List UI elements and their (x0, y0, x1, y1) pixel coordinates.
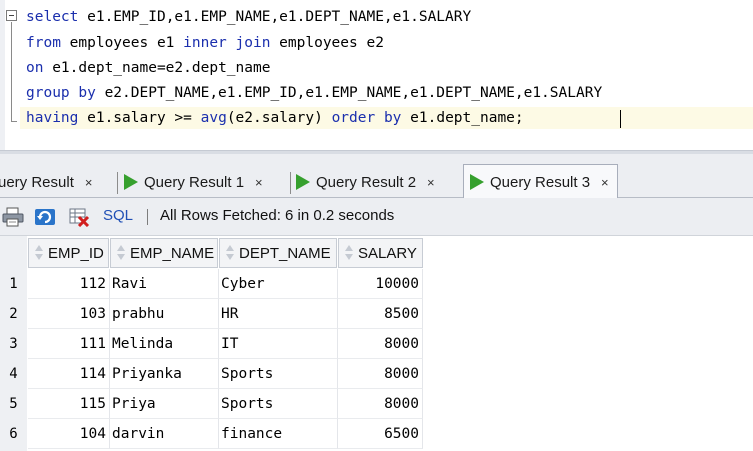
play-icon (296, 174, 310, 190)
sort-icon (224, 244, 236, 262)
sql-keyword: select (26, 9, 79, 25)
code-line[interactable]: having e1.salary >= avg(e2.salary) order… (20, 107, 753, 129)
dept-name-cell[interactable]: Cyber (219, 269, 338, 299)
dept-name-cell[interactable]: Sports (219, 359, 338, 389)
close-icon[interactable]: × (85, 175, 93, 190)
emp-name-cell[interactable]: Priya (110, 389, 219, 419)
sql-text: employees e2 (270, 35, 384, 51)
tab-query-result-2[interactable]: Query Result 2 × (290, 166, 435, 198)
salary-cell[interactable]: 8000 (338, 329, 423, 359)
dept-name-cell[interactable]: HR (219, 299, 338, 329)
delete-icon[interactable] (68, 207, 90, 227)
tab-query-result-1[interactable]: Query Result 1 × (118, 166, 263, 198)
salary-cell[interactable]: 8000 (338, 359, 423, 389)
row-number[interactable]: 6 (0, 419, 27, 449)
result-toolbar: SQL All Rows Fetched: 6 in 0.2 seconds (0, 198, 753, 236)
emp-name-cell[interactable]: Priyanka (110, 359, 219, 389)
column-label: DEPT_NAME (239, 244, 331, 262)
column-header-emp-name[interactable]: EMP_NAME (110, 238, 218, 268)
code-line[interactable]: on e1.dept_name=e2.dept_name (20, 57, 753, 79)
sql-keyword: on (26, 60, 44, 76)
fold-line (11, 22, 12, 122)
sql-text: e1.dept_name; (401, 110, 524, 126)
dept-name-cell[interactable]: finance (219, 419, 338, 449)
sql-text: employees e1 (60, 35, 184, 51)
refresh-icon[interactable] (34, 207, 56, 227)
column-header-dept-name[interactable]: DEPT_NAME (219, 238, 337, 268)
sql-text: e2.DEPT_NAME,e1.EMP_ID,e1.EMP_NAME,e1.DE… (95, 85, 603, 101)
result-tabbar: uery Result × Query Result 1 × Query Res… (0, 154, 753, 199)
sort-icon (33, 244, 45, 262)
code-line[interactable]: select e1.EMP_ID,e1.EMP_NAME,e1.DEPT_NAM… (20, 6, 753, 28)
salary-cell[interactable]: 10000 (338, 269, 423, 299)
salary-cell[interactable]: 8000 (338, 389, 423, 419)
column-header-emp-id[interactable]: EMP_ID (28, 238, 109, 268)
sql-keyword: order by (331, 110, 402, 126)
play-icon (124, 174, 138, 190)
row-number[interactable]: 2 (0, 299, 27, 329)
column-header-salary[interactable]: SALARY (338, 238, 423, 268)
text-cursor (620, 110, 621, 128)
emp-name-cell[interactable]: darvin (110, 419, 219, 449)
emp-name-cell[interactable]: Ravi (110, 269, 219, 299)
editor-gutter (0, 0, 5, 152)
emp-id-cell[interactable]: 111 (28, 329, 110, 359)
fetch-status: All Rows Fetched: 6 in 0.2 seconds (160, 207, 395, 224)
column-label: SALARY (358, 244, 417, 262)
fold-end (11, 121, 17, 122)
sql-text: e1.EMP_ID,e1.EMP_NAME,e1.DEPT_NAME,e1.SA… (78, 9, 472, 25)
emp-name-cell[interactable]: prabhu (110, 299, 219, 329)
sql-keyword: having (26, 110, 79, 126)
result-grid: EMP_ID EMP_NAME DEPT_NAME SALARY 1 112 Rav… (0, 236, 753, 451)
toolbar-divider (147, 209, 148, 225)
tab-label: Query Result 3 (490, 173, 591, 191)
sql-keyword: group by (26, 85, 96, 101)
sql-button[interactable]: SQL (103, 207, 133, 224)
salary-cell[interactable]: 8500 (338, 299, 423, 329)
emp-id-cell[interactable]: 114 (28, 359, 110, 389)
close-icon[interactable]: × (601, 175, 609, 190)
row-number[interactable]: 5 (0, 389, 27, 419)
row-number[interactable]: 4 (0, 359, 27, 389)
sql-text: e1.dept_name=e2.dept_name (43, 60, 271, 76)
tab-label: uery Result (0, 173, 74, 191)
sql-text: e1.salary >= (78, 110, 201, 126)
sql-editor[interactable]: select e1.EMP_ID,e1.EMP_NAME,e1.DEPT_NAM… (0, 0, 753, 154)
tab-label: Query Result 1 (144, 173, 245, 191)
tab-label: Query Result 2 (316, 173, 417, 191)
close-icon[interactable]: × (427, 175, 435, 190)
tab-query-result[interactable]: uery Result × (0, 166, 92, 198)
row-number[interactable]: 1 (0, 269, 27, 299)
emp-id-cell[interactable]: 115 (28, 389, 110, 419)
sort-icon (343, 244, 355, 262)
column-label: EMP_NAME (130, 244, 215, 262)
salary-cell[interactable]: 6500 (338, 419, 423, 449)
minus-box-icon[interactable] (6, 10, 17, 21)
tab-query-result-3[interactable]: Query Result 3 × (463, 164, 618, 199)
emp-name-cell[interactable]: Melinda (110, 329, 219, 359)
emp-id-cell[interactable]: 104 (28, 419, 110, 449)
sql-keyword: from (26, 35, 61, 51)
close-icon[interactable]: × (255, 175, 263, 190)
dept-name-cell[interactable]: IT (219, 329, 338, 359)
emp-id-cell[interactable]: 112 (28, 269, 110, 299)
print-icon[interactable] (2, 207, 24, 227)
sort-icon (115, 244, 127, 262)
sql-keyword: avg (200, 110, 227, 126)
play-icon (470, 174, 484, 190)
sql-text: (e2.salary) (226, 110, 332, 126)
dept-name-cell[interactable]: Sports (219, 389, 338, 419)
column-label: EMP_ID (48, 244, 104, 262)
emp-id-cell[interactable]: 103 (28, 299, 110, 329)
sql-keyword: inner join (183, 35, 271, 51)
code-line[interactable]: group by e2.DEPT_NAME,e1.EMP_ID,e1.EMP_N… (20, 82, 753, 104)
code-line[interactable]: from employees e1 inner join employees e… (20, 32, 753, 54)
row-number[interactable]: 3 (0, 329, 27, 359)
